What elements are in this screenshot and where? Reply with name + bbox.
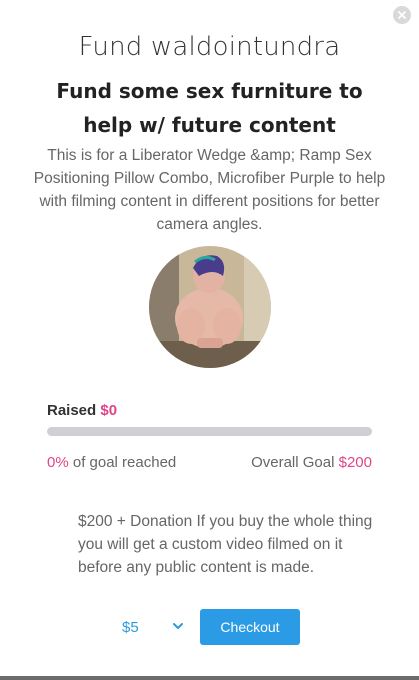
goal-amount: $200 [338, 454, 372, 471]
fund-modal: Fund waldointundra Fund some sex furnitu… [0, 0, 419, 676]
overall-goal: Overall Goal $200 [251, 454, 372, 471]
goal-percent: 0% [47, 454, 69, 471]
bottom-divider [0, 676, 419, 680]
raised-text: Raised [47, 402, 97, 419]
close-button[interactable] [393, 6, 411, 24]
checkout-button[interactable]: Checkout [200, 609, 300, 645]
campaign-description: This is for a Liberator Wedge &amp; Ramp… [33, 147, 386, 233]
reward-description: $200 + Donation If you buy the whole thi… [78, 513, 373, 576]
page-title: Fund waldointundra [78, 32, 341, 62]
campaign-subtitle: Fund some sex furniture to help w/ futur… [56, 79, 363, 137]
avatar [149, 246, 271, 368]
progress-bar [47, 427, 372, 436]
avatar-photo [149, 246, 271, 368]
goal-reached-text: of goal reached [68, 454, 177, 471]
goal-reached: 0% of goal reached [47, 454, 176, 471]
amount-select[interactable]: $5 [122, 615, 184, 639]
raised-label: Raised $0 [47, 402, 117, 419]
chevron-down-icon [173, 623, 183, 629]
close-icon [398, 11, 406, 19]
amount-selected: $5 [122, 618, 139, 636]
overall-goal-label: Overall Goal [251, 454, 339, 471]
raised-amount: $0 [100, 402, 118, 419]
